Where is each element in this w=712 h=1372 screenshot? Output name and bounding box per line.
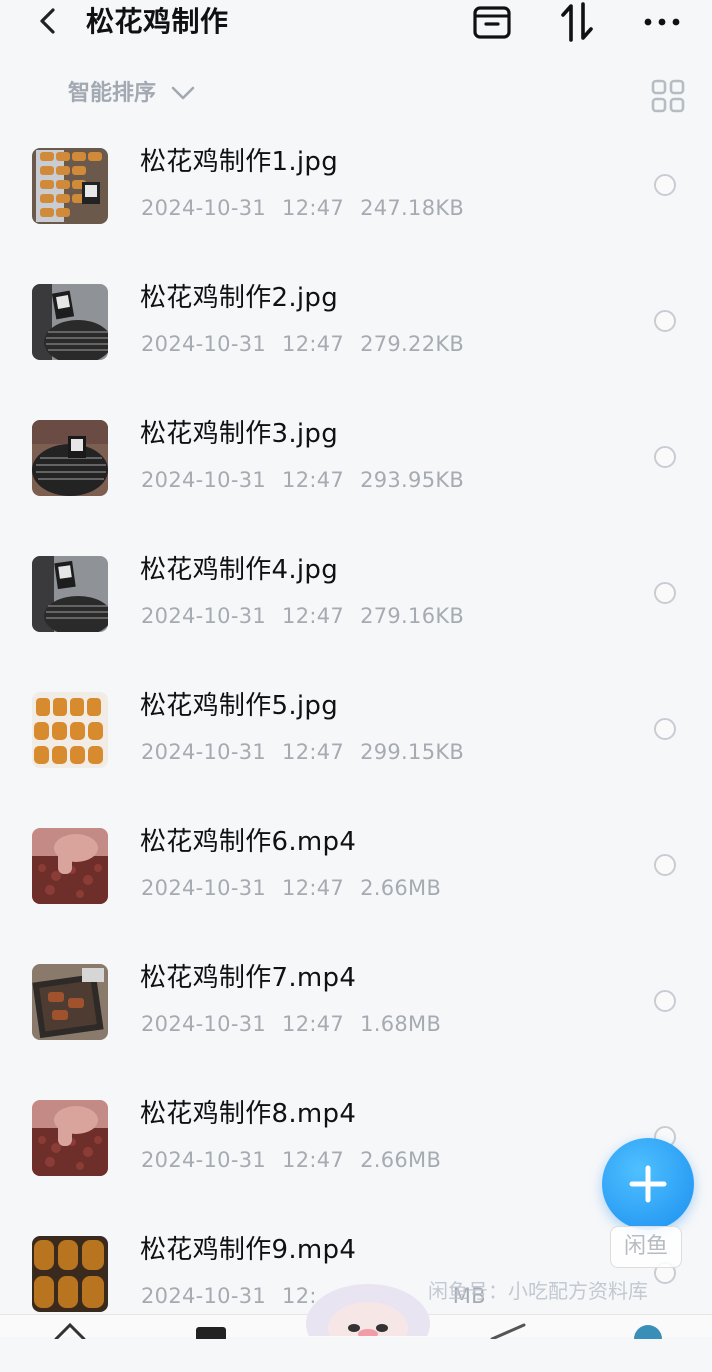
select-radio[interactable] — [654, 582, 676, 604]
archive-icon[interactable] — [472, 2, 512, 42]
sort-dropdown[interactable]: 智能排序 — [68, 78, 156, 110]
file-name: 松花鸡制作3.jpg — [140, 419, 339, 449]
watermark-badge: 闲鱼 — [610, 1226, 682, 1268]
file-name: 松花鸡制作7.mp4 — [140, 963, 357, 993]
file-meta: 2024-10-31 12:47 293.95KB — [141, 464, 480, 496]
video-thumbnail — [32, 1236, 108, 1312]
file-name: 松花鸡制作8.mp4 — [140, 1099, 357, 1129]
file-meta: 2024-10-31 12:47 299.15KB — [141, 736, 480, 768]
file-date: 2024-10-31 — [141, 1284, 267, 1308]
back-icon[interactable] — [36, 6, 60, 36]
sort-arrows-icon[interactable] — [558, 2, 598, 42]
video-thumbnail — [32, 828, 108, 904]
file-meta: 2024-10-31 12:47 2.66MB — [141, 1144, 457, 1176]
grid-view-icon[interactable] — [650, 78, 686, 114]
file-date: 2024-10-31 — [141, 1012, 267, 1036]
file-time: 12:47 — [282, 332, 345, 356]
select-radio[interactable] — [654, 854, 676, 876]
sort-bar: 智能排序 — [0, 74, 712, 114]
file-date: 2024-10-31 — [141, 1148, 267, 1172]
file-date: 2024-10-31 — [141, 740, 267, 764]
watermark-text: 闲鱼号：小吃配方资料库 — [428, 1279, 648, 1303]
page-title: 松花鸡制作 — [86, 5, 229, 38]
file-time: 12:47 — [282, 196, 345, 220]
file-time: 12:47 — [282, 876, 345, 900]
list-item[interactable]: 松花鸡制作4.jpg 2024-10-31 12:47 279.16KB — [0, 555, 712, 692]
file-size: 247.18KB — [360, 196, 465, 220]
list-item[interactable]: 松花鸡制作5.jpg 2024-10-31 12:47 299.15KB — [0, 691, 712, 828]
image-thumbnail — [32, 148, 108, 224]
file-size: 279.22KB — [360, 332, 465, 356]
file-date: 2024-10-31 — [141, 332, 267, 356]
image-thumbnail — [32, 556, 108, 632]
file-time: 12:47 — [282, 1148, 345, 1172]
select-radio[interactable] — [654, 990, 676, 1012]
video-thumbnail — [32, 964, 108, 1040]
video-thumbnail — [32, 1100, 108, 1176]
more-icon[interactable] — [642, 2, 682, 42]
file-meta: 2024-10-31 12:47 1.68MB — [141, 1008, 457, 1040]
file-size: 1.68MB — [360, 1012, 442, 1036]
file-date: 2024-10-31 — [141, 604, 267, 628]
file-date: 2024-10-31 — [141, 876, 267, 900]
file-name: 松花鸡制作9.mp4 — [140, 1235, 357, 1265]
file-size: 2.66MB — [360, 1148, 442, 1172]
file-meta: 2024-10-31 12:47 279.16KB — [141, 600, 480, 632]
file-name: 松花鸡制作2.jpg — [140, 283, 339, 313]
list-item[interactable]: 松花鸡制作3.jpg 2024-10-31 12:47 293.95KB — [0, 419, 712, 556]
select-radio[interactable] — [654, 446, 676, 468]
select-radio[interactable] — [654, 310, 676, 332]
select-radio[interactable] — [654, 174, 676, 196]
image-thumbnail — [32, 692, 108, 768]
file-size: 299.15KB — [360, 740, 465, 764]
plus-icon — [629, 1165, 667, 1203]
file-name: 松花鸡制作1.jpg — [140, 147, 339, 177]
file-size: 279.16KB — [360, 604, 465, 628]
file-name: 松花鸡制作5.jpg — [140, 691, 339, 721]
top-bar: 松花鸡制作 — [0, 0, 712, 48]
file-time: 12:47 — [282, 740, 345, 764]
mascot-character — [306, 1284, 430, 1336]
file-size: 293.95KB — [360, 468, 465, 492]
list-item[interactable]: 松花鸡制作6.mp4 2024-10-31 12:47 2.66MB — [0, 827, 712, 964]
file-meta: 2024-10-31 12:47 247.18KB — [141, 192, 480, 224]
select-radio[interactable] — [654, 718, 676, 740]
chevron-down-icon[interactable] — [170, 80, 196, 106]
file-date: 2024-10-31 — [141, 468, 267, 492]
image-thumbnail — [32, 284, 108, 360]
file-name: 松花鸡制作6.mp4 — [140, 827, 357, 857]
file-meta: 2024-10-31 12:47 279.22KB — [141, 328, 480, 360]
file-time: 12:47 — [282, 468, 345, 492]
file-date: 2024-10-31 — [141, 196, 267, 220]
file-size: 2.66MB — [360, 876, 442, 900]
file-time: 12:47 — [282, 604, 345, 628]
list-item[interactable]: 松花鸡制作7.mp4 2024-10-31 12:47 1.68MB — [0, 963, 712, 1100]
list-item[interactable]: 松花鸡制作1.jpg 2024-10-31 12:47 247.18KB — [0, 147, 712, 284]
file-name: 松花鸡制作4.jpg — [140, 555, 339, 585]
file-time: 12:47 — [282, 1012, 345, 1036]
list-item[interactable]: 松花鸡制作2.jpg 2024-10-31 12:47 279.22KB — [0, 283, 712, 420]
add-button[interactable] — [602, 1138, 694, 1230]
image-thumbnail — [32, 420, 108, 496]
file-meta: 2024-10-31 12:47 2.66MB — [141, 872, 457, 904]
